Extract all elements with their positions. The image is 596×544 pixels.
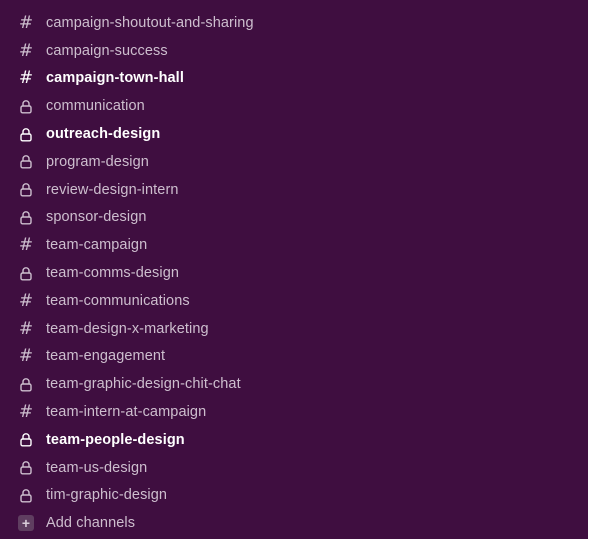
channel-item-team-campaign[interactable]: # team-campaign [0,231,588,259]
channel-item-campaign-success[interactable]: # campaign-success [0,37,588,65]
channel-item-campaign-shoutout-and-sharing[interactable]: # campaign-shoutout-and-sharing [0,9,588,37]
channel-item-communication[interactable]: communication [0,92,588,120]
channel-label: tim-graphic-design [46,487,168,504]
hash-icon: # [18,12,34,33]
channel-label: team-design-x-marketing [46,320,209,337]
channel-label: campaign-town-hall [46,70,184,87]
lock-icon [18,432,34,448]
channel-label: program-design [46,153,149,170]
channel-item-team-engagement[interactable]: # team-engagement [0,343,588,371]
channel-item-tim-graphic-design[interactable]: tim-graphic-design [0,482,588,510]
lock-icon [18,487,34,503]
lock-icon [18,460,34,476]
hash-icon: # [18,68,34,89]
channel-item-review-design-intern[interactable]: review-design-intern [0,176,588,204]
channel-label: team-people-design [46,431,185,448]
channel-item-team-communications[interactable]: # team-communications [0,287,588,315]
lock-icon [18,98,34,114]
channel-label: campaign-shoutout-and-sharing [46,14,254,31]
lock-icon [18,209,34,225]
hash-icon: # [18,402,34,423]
channel-item-program-design[interactable]: program-design [0,148,588,176]
plus-icon: + [18,515,34,532]
channel-item-team-people-design[interactable]: team-people-design [0,426,588,454]
lock-icon [18,154,34,170]
channel-item-campaign-town-hall[interactable]: # campaign-town-hall [0,65,588,93]
channel-item-sponsor-design[interactable]: sponsor-design [0,204,588,232]
channel-label: team-engagement [46,348,166,365]
lock-icon [18,376,34,392]
hash-icon: # [18,40,34,61]
channel-label: team-intern-at-campaign [46,404,207,421]
add-channels-label: Add channels [46,515,136,532]
channel-label: team-communications [46,292,190,309]
hash-icon: # [18,318,34,339]
channel-label: team-campaign [46,237,148,254]
channel-sidebar: # campaign-shoutout-and-sharing # campaign-… [0,0,588,539]
lock-icon [18,126,34,142]
channel-label: campaign-success [46,42,168,59]
channel-label: outreach-design [46,126,161,143]
hash-icon: # [18,235,34,256]
channel-item-team-graphic-design-chit-chat[interactable]: team-graphic-design-chit-chat [0,370,588,398]
channel-label: communication [46,98,145,115]
channel-label: sponsor-design [46,209,147,226]
channel-label: team-comms-design [46,265,180,282]
lock-icon [18,182,34,198]
channel-item-outreach-design[interactable]: outreach-design [0,120,588,148]
hash-icon: # [18,290,34,311]
channel-label: team-graphic-design-chit-chat [46,376,241,393]
add-channels-button[interactable]: + Add channels [0,509,588,537]
channel-label: team-us-design [46,459,148,476]
lock-icon [18,265,34,281]
channel-list: # campaign-shoutout-and-sharing # campaign-… [0,9,588,509]
channel-label: review-design-intern [46,181,179,198]
channel-item-team-design-x-marketing[interactable]: # team-design-x-marketing [0,315,588,343]
channel-item-team-us-design[interactable]: team-us-design [0,454,588,482]
channel-item-team-intern-at-campaign[interactable]: # team-intern-at-campaign [0,398,588,426]
hash-icon: # [18,346,34,367]
channel-item-team-comms-design[interactable]: team-comms-design [0,259,588,287]
